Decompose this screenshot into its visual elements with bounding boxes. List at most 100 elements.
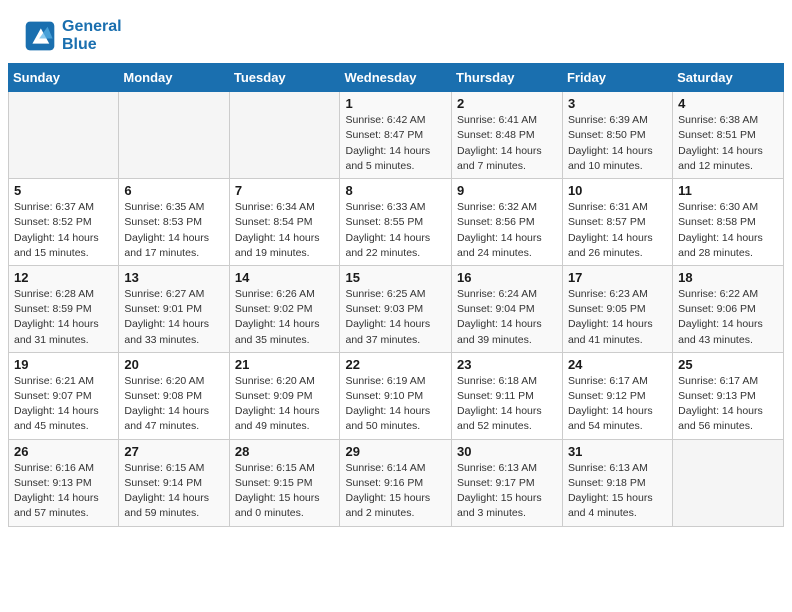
calendar-day-cell: 25Sunrise: 6:17 AM Sunset: 9:13 PM Dayli… <box>673 352 784 439</box>
day-info: Sunrise: 6:19 AM Sunset: 9:10 PM Dayligh… <box>345 374 446 435</box>
calendar-day-header: Saturday <box>673 64 784 92</box>
day-info: Sunrise: 6:33 AM Sunset: 8:55 PM Dayligh… <box>345 200 446 261</box>
day-number: 7 <box>235 183 335 198</box>
day-number: 20 <box>124 357 223 372</box>
calendar-day-cell: 11 Sunrise: 6:30 AM Sunset: 8:58 PM Dayli… <box>673 179 784 266</box>
day-info: Sunrise: 6:27 AM Sunset: 9:01 PM Dayligh… <box>124 287 223 348</box>
calendar-day-cell: 20 Sunrise: 6:20 AM Sunset: 9:08 PM Dayli… <box>119 352 229 439</box>
day-info: Sunrise: 6:14 AM Sunset: 9:16 PM Dayligh… <box>345 461 446 522</box>
day-info: Sunrise: 6:13 AM Sunset: 9:17 PM Dayligh… <box>457 461 557 522</box>
day-info: Sunrise: 6:25 AM Sunset: 9:03 PM Dayligh… <box>345 287 446 348</box>
calendar-wrapper: SundayMondayTuesdayWednesdayThursdayFrid… <box>0 63 792 534</box>
day-info: Sunrise: 6:15 AM Sunset: 9:15 PM Dayligh… <box>235 461 335 522</box>
day-info: Sunrise: 6:17 AM Sunset: 9:13 PM Dayligh… <box>678 374 778 435</box>
logo-text: General Blue <box>62 18 122 53</box>
calendar-day-cell: 23Sunrise: 6:18 AM Sunset: 9:11 PM Dayli… <box>452 352 563 439</box>
day-info: Sunrise: 6:39 AM Sunset: 8:50 PM Dayligh… <box>568 113 667 174</box>
day-number: 8 <box>345 183 446 198</box>
calendar-day-cell: 12 Sunrise: 6:28 AM Sunset: 8:59 PM Dayli… <box>9 265 119 352</box>
day-number: 1 <box>345 96 446 111</box>
day-number: 3 <box>568 96 667 111</box>
day-info: Sunrise: 6:22 AM Sunset: 9:06 PM Dayligh… <box>678 287 778 348</box>
calendar-day-cell: 8 Sunrise: 6:33 AM Sunset: 8:55 PM Daylig… <box>340 179 452 266</box>
calendar-day-cell: 31Sunrise: 6:13 AM Sunset: 9:18 PM Dayli… <box>562 439 672 526</box>
day-number: 29 <box>345 444 446 459</box>
calendar-week-row: 5Sunrise: 6:37 AM Sunset: 8:52 PM Daylig… <box>9 179 784 266</box>
day-info: Sunrise: 6:20 AM Sunset: 9:08 PM Dayligh… <box>124 374 223 435</box>
calendar-day-header: Friday <box>562 64 672 92</box>
calendar-day-cell: 29 Sunrise: 6:14 AM Sunset: 9:16 PM Dayli… <box>340 439 452 526</box>
page-header: General Blue <box>0 0 792 63</box>
calendar-day-cell: 13 Sunrise: 6:27 AM Sunset: 9:01 PM Dayli… <box>119 265 229 352</box>
day-info: Sunrise: 6:28 AM Sunset: 8:59 PM Dayligh… <box>14 287 113 348</box>
calendar-day-header: Tuesday <box>229 64 340 92</box>
calendar-day-header: Sunday <box>9 64 119 92</box>
calendar-day-cell: 2 Sunrise: 6:41 AM Sunset: 8:48 PM Daylig… <box>452 92 563 179</box>
calendar-day-header: Monday <box>119 64 229 92</box>
day-number: 6 <box>124 183 223 198</box>
day-number: 15 <box>345 270 446 285</box>
day-info: Sunrise: 6:21 AM Sunset: 9:07 PM Dayligh… <box>14 374 113 435</box>
calendar-day-cell <box>229 92 340 179</box>
calendar-day-cell: 3 Sunrise: 6:39 AM Sunset: 8:50 PM Daylig… <box>562 92 672 179</box>
day-number: 22 <box>345 357 446 372</box>
calendar-day-cell: 18Sunrise: 6:22 AM Sunset: 9:06 PM Dayli… <box>673 265 784 352</box>
day-info: Sunrise: 6:41 AM Sunset: 8:48 PM Dayligh… <box>457 113 557 174</box>
calendar-day-cell: 9 Sunrise: 6:32 AM Sunset: 8:56 PM Daylig… <box>452 179 563 266</box>
calendar-day-header: Thursday <box>452 64 563 92</box>
day-number: 10 <box>568 183 667 198</box>
calendar-day-cell: 15 Sunrise: 6:25 AM Sunset: 9:03 PM Dayli… <box>340 265 452 352</box>
calendar-day-cell: 16Sunrise: 6:24 AM Sunset: 9:04 PM Dayli… <box>452 265 563 352</box>
calendar-week-row: 19 Sunrise: 6:21 AM Sunset: 9:07 PM Dayli… <box>9 352 784 439</box>
day-number: 23 <box>457 357 557 372</box>
day-number: 14 <box>235 270 335 285</box>
day-info: Sunrise: 6:31 AM Sunset: 8:57 PM Dayligh… <box>568 200 667 261</box>
day-number: 11 <box>678 183 778 198</box>
calendar-day-cell <box>9 92 119 179</box>
day-number: 30 <box>457 444 557 459</box>
calendar-day-cell: 19 Sunrise: 6:21 AM Sunset: 9:07 PM Dayli… <box>9 352 119 439</box>
day-number: 12 <box>14 270 113 285</box>
logo: General Blue <box>24 18 122 53</box>
day-info: Sunrise: 6:34 AM Sunset: 8:54 PM Dayligh… <box>235 200 335 261</box>
day-info: Sunrise: 6:26 AM Sunset: 9:02 PM Dayligh… <box>235 287 335 348</box>
calendar-day-cell: 4Sunrise: 6:38 AM Sunset: 8:51 PM Daylig… <box>673 92 784 179</box>
day-info: Sunrise: 6:30 AM Sunset: 8:58 PM Dayligh… <box>678 200 778 261</box>
calendar-day-cell: 6Sunrise: 6:35 AM Sunset: 8:53 PM Daylig… <box>119 179 229 266</box>
calendar-day-cell: 27 Sunrise: 6:15 AM Sunset: 9:14 PM Dayli… <box>119 439 229 526</box>
calendar-day-cell: 5Sunrise: 6:37 AM Sunset: 8:52 PM Daylig… <box>9 179 119 266</box>
calendar-header-row: SundayMondayTuesdayWednesdayThursdayFrid… <box>9 64 784 92</box>
calendar-table: SundayMondayTuesdayWednesdayThursdayFrid… <box>8 63 784 526</box>
day-number: 13 <box>124 270 223 285</box>
day-number: 31 <box>568 444 667 459</box>
day-info: Sunrise: 6:42 AM Sunset: 8:47 PM Dayligh… <box>345 113 446 174</box>
day-info: Sunrise: 6:23 AM Sunset: 9:05 PM Dayligh… <box>568 287 667 348</box>
calendar-day-cell: 24Sunrise: 6:17 AM Sunset: 9:12 PM Dayli… <box>562 352 672 439</box>
calendar-day-cell: 26 Sunrise: 6:16 AM Sunset: 9:13 PM Dayli… <box>9 439 119 526</box>
day-number: 19 <box>14 357 113 372</box>
calendar-week-row: 12 Sunrise: 6:28 AM Sunset: 8:59 PM Dayli… <box>9 265 784 352</box>
day-number: 21 <box>235 357 335 372</box>
calendar-day-header: Wednesday <box>340 64 452 92</box>
calendar-day-cell: 17Sunrise: 6:23 AM Sunset: 9:05 PM Dayli… <box>562 265 672 352</box>
day-info: Sunrise: 6:20 AM Sunset: 9:09 PM Dayligh… <box>235 374 335 435</box>
calendar-day-cell: 10 Sunrise: 6:31 AM Sunset: 8:57 PM Dayli… <box>562 179 672 266</box>
calendar-day-cell: 22 Sunrise: 6:19 AM Sunset: 9:10 PM Dayli… <box>340 352 452 439</box>
day-info: Sunrise: 6:32 AM Sunset: 8:56 PM Dayligh… <box>457 200 557 261</box>
day-number: 2 <box>457 96 557 111</box>
calendar-day-cell: 14 Sunrise: 6:26 AM Sunset: 9:02 PM Dayli… <box>229 265 340 352</box>
calendar-day-cell: 1 Sunrise: 6:42 AM Sunset: 8:47 PM Daylig… <box>340 92 452 179</box>
calendar-week-row: 26 Sunrise: 6:16 AM Sunset: 9:13 PM Dayli… <box>9 439 784 526</box>
day-number: 9 <box>457 183 557 198</box>
day-number: 5 <box>14 183 113 198</box>
day-number: 24 <box>568 357 667 372</box>
day-info: Sunrise: 6:16 AM Sunset: 9:13 PM Dayligh… <box>14 461 113 522</box>
day-number: 27 <box>124 444 223 459</box>
logo-icon <box>24 20 56 52</box>
day-info: Sunrise: 6:15 AM Sunset: 9:14 PM Dayligh… <box>124 461 223 522</box>
day-number: 26 <box>14 444 113 459</box>
calendar-day-cell: 28Sunrise: 6:15 AM Sunset: 9:15 PM Dayli… <box>229 439 340 526</box>
day-number: 16 <box>457 270 557 285</box>
calendar-week-row: 1 Sunrise: 6:42 AM Sunset: 8:47 PM Daylig… <box>9 92 784 179</box>
calendar-day-cell <box>119 92 229 179</box>
